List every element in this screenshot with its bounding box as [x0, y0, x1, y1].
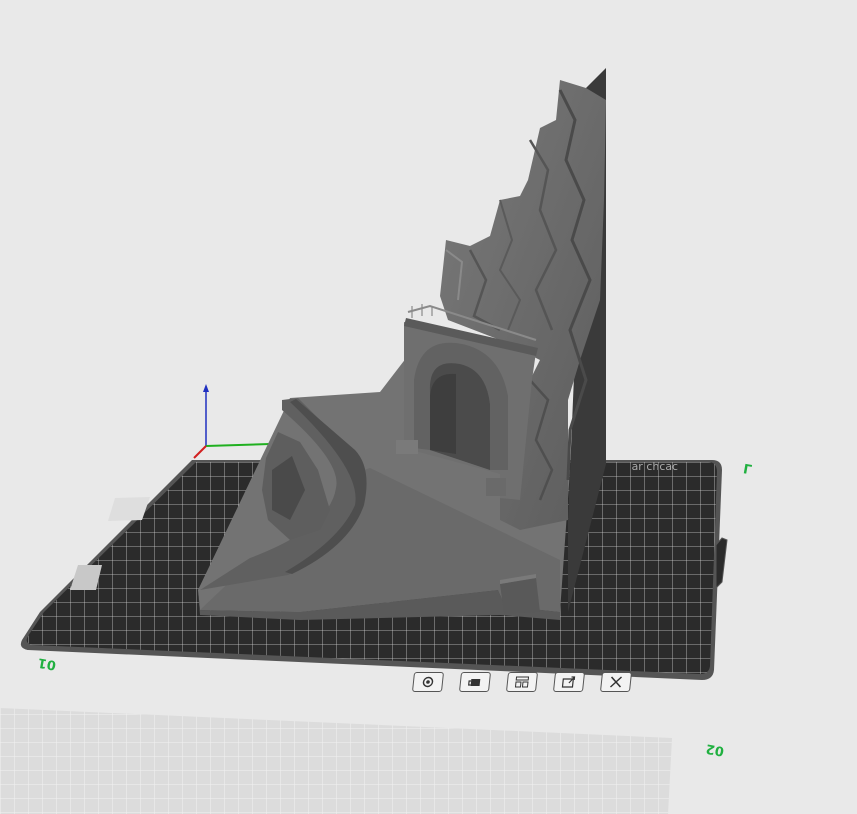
model-tunnel-portal[interactable] — [198, 68, 606, 620]
3d-viewport[interactable]: 02 ɔɐɔɥɔ ɹɐ 01 ⅃ — [0, 0, 857, 814]
lock-icon — [468, 679, 481, 686]
auto-orient-button[interactable] — [552, 672, 586, 692]
plate-name-label: ɔɐɔɥɔ ɹɐ — [631, 461, 678, 474]
gear-icon — [422, 676, 434, 688]
next-plate-index-label: 02 — [705, 740, 725, 758]
plate-corner-mark: ⅃ — [743, 460, 754, 476]
orient-icon — [561, 676, 576, 688]
plate-handle — [715, 537, 728, 590]
next-plate[interactable]: 02 — [0, 708, 725, 814]
plate-toolbar — [411, 672, 675, 700]
plate-lock-button[interactable] — [458, 672, 492, 692]
plate-settings-button[interactable] — [411, 672, 445, 692]
arrange-icon — [514, 676, 530, 688]
delete-plate-button[interactable] — [599, 672, 633, 692]
close-icon — [609, 676, 623, 688]
arrange-button[interactable] — [505, 672, 539, 692]
axis-gizmo — [193, 384, 271, 459]
plate-index-label: 01 — [37, 654, 57, 672]
model-small-block — [500, 578, 540, 614]
